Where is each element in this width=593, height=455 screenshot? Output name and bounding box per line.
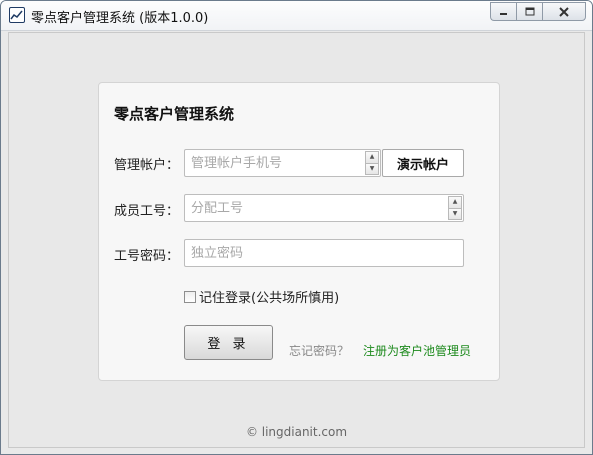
account-spinner[interactable]: ▲ ▼ — [365, 151, 379, 175]
spin-down-icon[interactable]: ▼ — [365, 163, 379, 175]
spin-down-icon[interactable]: ▼ — [448, 208, 462, 220]
password-label: 工号密码： — [114, 249, 180, 264]
member-field: ▲ ▼ — [184, 194, 464, 222]
minimize-icon — [500, 13, 507, 15]
chart-line-icon — [9, 7, 25, 23]
minimize-button[interactable] — [490, 2, 516, 21]
remember-checkbox[interactable] — [184, 290, 196, 303]
demo-account-button[interactable]: 演示帐户 — [382, 149, 464, 177]
forgot-password-link[interactable]: 忘记密码？ — [289, 342, 349, 359]
member-input[interactable] — [185, 195, 463, 221]
remember-login[interactable]: 记住登录(公共场所慎用) — [184, 287, 339, 306]
maximize-button[interactable] — [516, 2, 542, 21]
spin-up-icon[interactable]: ▲ — [365, 151, 379, 164]
login-button[interactable]: 登 录 — [184, 325, 273, 360]
window-title: 零点客户管理系统 (版本1.0.0) — [31, 11, 209, 26]
title-bar[interactable]: 零点客户管理系统 (版本1.0.0) — [1, 1, 592, 31]
app-window: 零点客户管理系统 (版本1.0.0) 零点客户管理系统 管理帐户： 管理帐户手机… — [0, 0, 593, 455]
register-link[interactable]: 注册为客户池管理员 — [363, 342, 471, 359]
close-icon — [559, 6, 569, 17]
login-panel: 零点客户管理系统 管理帐户： ▲ ▼ 演示帐户 成员工号： ▲ ▼ 工号密码： — [98, 82, 500, 381]
password-field — [184, 239, 464, 267]
client-area: 零点客户管理系统 管理帐户： ▲ ▼ 演示帐户 成员工号： ▲ ▼ 工号密码： — [8, 32, 585, 448]
remember-label: 记住登录(公共场所慎用) — [199, 291, 340, 306]
account-input[interactable] — [185, 150, 380, 176]
maximize-icon — [525, 7, 534, 16]
close-button[interactable] — [542, 2, 586, 21]
account-field: ▲ ▼ — [184, 149, 381, 177]
window-controls — [490, 2, 586, 21]
panel-title: 零点客户管理系统 — [114, 105, 235, 123]
copyright-footer: © lingdianit.com — [245, 425, 348, 439]
password-input[interactable] — [185, 240, 463, 266]
member-spinner[interactable]: ▲ ▼ — [448, 196, 462, 220]
account-label: 管理帐户： — [114, 158, 180, 173]
member-label: 成员工号： — [114, 204, 180, 219]
spin-up-icon[interactable]: ▲ — [448, 196, 462, 209]
